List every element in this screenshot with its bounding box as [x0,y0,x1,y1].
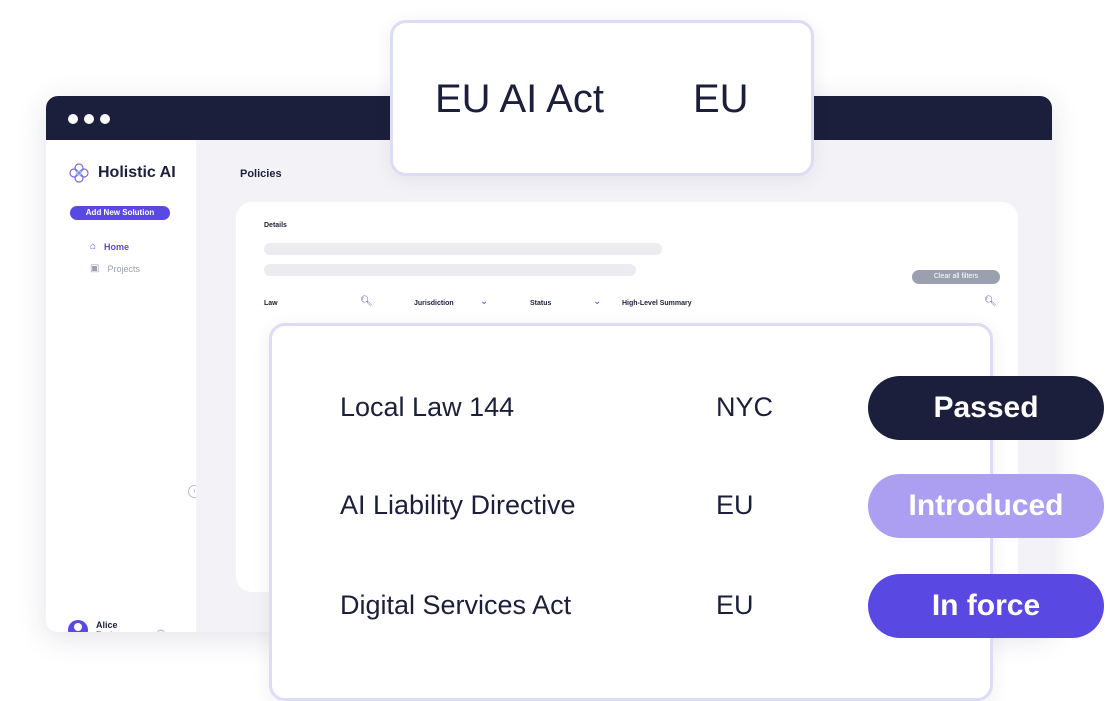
sidebar-item-label: Projects [107,263,140,274]
page-title: Policies [240,168,282,180]
user-name: Alice [96,620,118,630]
status-badge-passed[interactable]: Passed [868,376,1104,440]
window-dot-2[interactable] [84,114,94,124]
law-name: AI Liability Directive [340,490,576,520]
details-heading: Details [264,222,287,229]
user-profile[interactable]: Alice Reviewer [68,620,129,632]
status-badge-introduced[interactable]: Introduced [868,474,1104,538]
brand-name: Holistic AI [98,164,176,181]
sidebar-item-label: Home [104,241,130,252]
sidebar-item-projects[interactable]: ▣ Projects [90,263,140,274]
law-jurisdiction: EU [693,77,749,121]
search-icon[interactable]: 🔍︎ [984,296,997,307]
window-dot-1[interactable] [68,114,78,124]
holistic-ai-logo-icon [69,163,89,183]
law-jurisdiction: EU [716,490,754,520]
policy-card-eu-ai-act[interactable]: EU AI Act EU [390,20,814,176]
brand-logo[interactable]: Holistic AI [66,160,176,186]
column-header-law[interactable]: Law [264,300,278,307]
law-name: Digital Services Act [340,590,572,620]
clear-all-filters-button[interactable]: Clear all filters [912,270,1000,284]
law-jurisdiction: EU [716,590,754,620]
column-header-summary[interactable]: High-Level Summary [622,300,692,307]
law-name: Local Law 144 [340,392,515,422]
window-dot-3[interactable] [100,114,110,124]
home-icon: ⌂ [90,241,97,252]
add-new-solution-button[interactable]: Add New Solution [70,206,170,220]
gear-icon[interactable]: ⚙ [156,627,166,632]
user-role: Reviewer [96,630,129,632]
sidebar: Holistic AI Add New Solution ⌂ Home ▣ Pr… [46,140,201,632]
status-badge-in-force[interactable]: In force [868,574,1104,638]
skeleton-line-1 [264,243,662,255]
chevron-down-icon[interactable]: ⌄ [480,296,488,307]
law-jurisdiction: NYC [716,392,774,422]
avatar [68,620,88,632]
law-name: EU AI Act [435,77,604,121]
chevron-down-icon[interactable]: ⌄ [593,296,601,307]
search-icon[interactable]: 🔍︎ [360,296,373,307]
skeleton-line-2 [264,264,636,276]
column-header-jurisdiction[interactable]: Jurisdiction [414,300,454,307]
sidebar-item-home[interactable]: ⌂ Home [90,241,129,252]
column-header-status[interactable]: Status [530,300,551,307]
clipboard-icon: ▣ [90,263,100,274]
